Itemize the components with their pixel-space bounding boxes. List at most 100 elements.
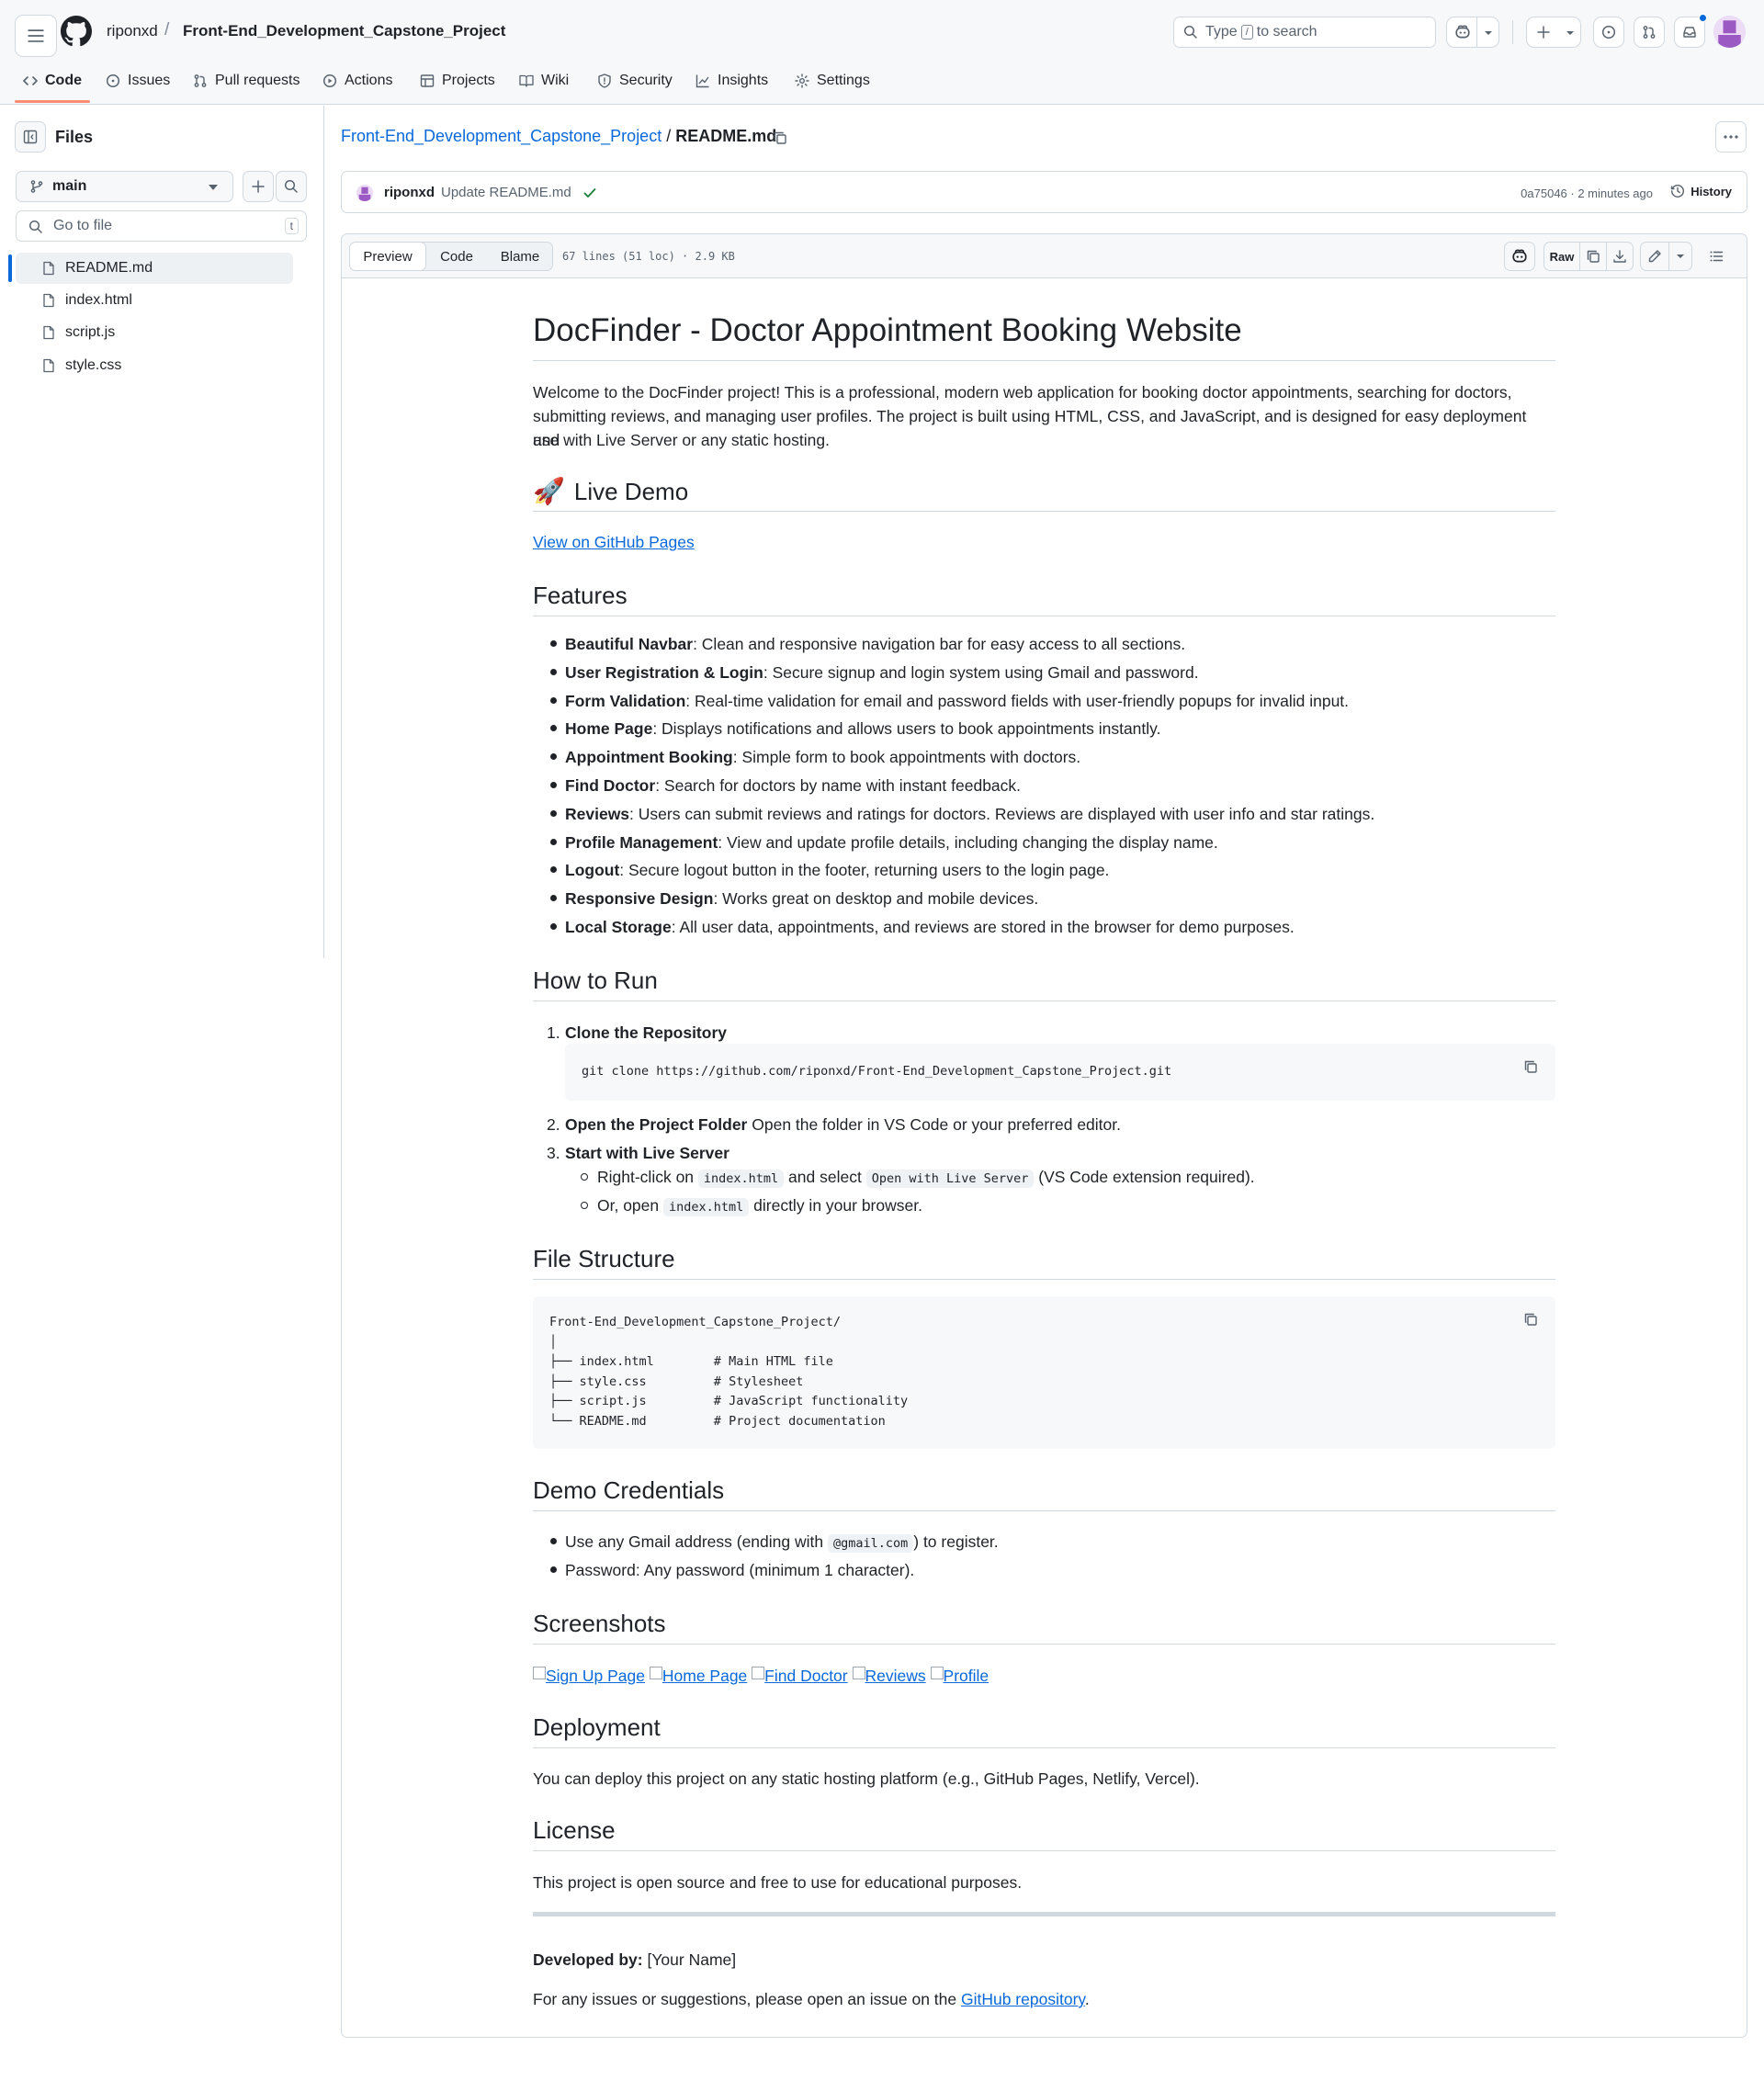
menu-button[interactable] [15,15,57,57]
issue-icon [106,73,120,88]
sub-bullet [581,1173,588,1181]
edit-file-button[interactable] [1640,242,1669,271]
repo-name-link[interactable]: Front-End_Development_Capstone_Project [183,22,505,40]
tab-settings[interactable]: Settings [795,68,870,94]
text: and select [784,1168,866,1186]
check-success-icon[interactable] [582,186,597,200]
breadcrumb-repo-link[interactable]: Front-End_Development_Capstone_Project [341,127,662,145]
copy-code-button[interactable] [1517,1053,1544,1080]
feature-desc: : Secure logout button in the footer, re… [619,861,1110,879]
tab-security[interactable]: Security [597,68,673,94]
tab-issues[interactable]: Issues [106,68,170,94]
live-demo-heading-text: Live Demo [573,478,689,505]
tab-wiki[interactable]: Wiki [519,68,569,94]
step-title-text: Clone the Repository [565,1023,727,1042]
outline-button[interactable] [1701,242,1732,271]
feature-name: Form Validation [565,692,686,710]
feature-name: Responsive Design [565,889,714,908]
heading-rule [533,1747,1555,1748]
edit-options-button[interactable] [1668,242,1692,271]
history-label: History [1690,184,1732,198]
header-divider [1512,20,1513,44]
copy-raw-button[interactable] [1579,242,1607,271]
commit-author-avatar[interactable] [356,185,373,201]
create-new-button[interactable] [1526,17,1581,48]
gear-icon [795,73,809,88]
bullet [550,866,557,873]
screenshot-link-text[interactable]: Find Doctor [764,1667,847,1685]
tab-code[interactable]: Code [23,68,82,94]
intro-line: Welcome to the DocFinder project! This i… [533,383,1512,401]
file-name: index.html [65,292,132,308]
view-blame-button[interactable]: Blame [488,243,552,270]
developed-by: Developed by: [Your Name] [533,1948,1555,1972]
screenshot-link-home[interactable]: Home Page [649,1667,747,1685]
copilot-button[interactable] [1446,17,1499,48]
github-logo-icon[interactable] [61,16,92,47]
file-tree-item-style[interactable]: style.css [16,350,293,381]
step-item: Open the Project Folder Open the folder … [565,1113,1121,1136]
download-icon [1613,250,1626,263]
commit-message[interactable]: Update README.md [441,185,571,200]
tab-actions[interactable]: Actions [322,68,392,94]
feature-desc: : Simple form to book appointments with … [732,748,1081,766]
feature-name: Logout [565,861,620,879]
go-to-file-input[interactable]: Go to file t [16,210,307,242]
chevron-down-icon [1677,254,1684,258]
github-repository-link[interactable]: GitHub repository [961,1990,1085,2008]
search-files-button[interactable] [276,171,307,202]
user-avatar[interactable] [1713,16,1746,48]
screenshot-link-find-doctor[interactable]: Find Doctor [752,1667,848,1685]
download-button[interactable] [1606,242,1634,271]
issues-button[interactable] [1593,17,1624,48]
file-icon [43,261,54,276]
global-header: riponxd / Front-End_Development_Capstone… [0,0,1764,105]
text: directly in your browser. [749,1196,922,1215]
screenshot-link-signup[interactable]: Sign Up Page [533,1667,645,1685]
breadcrumb: Front-End_Development_Capstone_Project / R… [341,127,776,146]
feature-desc: : Secure signup and login system using G… [763,663,1199,682]
screenshot-link-text[interactable]: Home Page [662,1667,747,1685]
text: Right-click on [597,1168,698,1186]
raw-button[interactable]: Raw [1544,242,1580,271]
heading-rule [533,511,1555,512]
screenshot-link-text[interactable]: Profile [944,1667,989,1685]
add-file-button[interactable] [243,171,274,202]
copy-path-icon[interactable] [773,130,787,145]
repo-owner-link[interactable]: riponxd [107,22,158,40]
copy-code-button[interactable] [1517,1306,1544,1333]
tab-pull-requests[interactable]: Pull requests [193,68,300,94]
deployment-heading: Deployment [533,1713,661,1741]
screenshot-link-text[interactable]: Sign Up Page [546,1667,645,1685]
tab-insights[interactable]: Insights [695,68,768,94]
breadcrumb-separator: / [666,127,672,145]
screenshot-link-profile[interactable]: Profile [930,1667,989,1685]
github-pages-link[interactable]: View on GitHub Pages [533,533,695,551]
file-tree-item-script[interactable]: script.js [16,317,293,348]
more-options-button[interactable] [1715,121,1747,153]
commit-sha-time[interactable]: 0a75046 · 2 minutes ago [1521,187,1653,200]
view-preview-button[interactable]: Preview [349,242,426,271]
text: For any issues or suggestions, please op… [533,1990,961,2008]
tab-label: Pull requests [215,73,300,88]
history-button[interactable]: History [1670,184,1732,198]
tab-projects[interactable]: Projects [420,68,495,94]
heading-rule [533,360,1555,361]
heading-rule [533,1000,1555,1001]
copilot-ask-button[interactable] [1504,242,1535,271]
pull-requests-button[interactable] [1634,17,1665,48]
screenshot-link-reviews[interactable]: Reviews [852,1667,926,1685]
heading-rule [533,1850,1555,1851]
copy-icon [1587,250,1600,263]
branch-selector[interactable]: main [16,171,233,202]
pull-request-icon [194,74,207,87]
file-tree-item-readme[interactable]: README.md [16,253,293,284]
view-code-button[interactable]: Code [425,243,488,270]
feature-desc: : Works great on desktop and mobile devi… [713,889,1039,908]
collapse-sidebar-button[interactable] [15,121,46,153]
commit-author[interactable]: riponxd [384,185,435,200]
search-input[interactable]: Type / to search [1173,17,1436,48]
screenshot-link-text[interactable]: Reviews [865,1667,926,1685]
feature-item: User Registration & Login: Secure signup… [565,661,1199,684]
file-tree-item-index[interactable]: index.html [16,285,293,316]
